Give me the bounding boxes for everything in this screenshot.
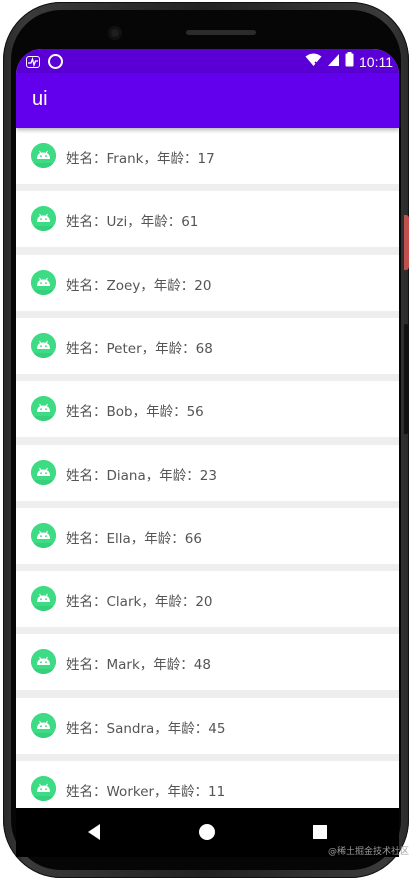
android-icon	[31, 459, 56, 485]
watermark: @稀土掘金技术社区	[327, 847, 409, 857]
list-item[interactable]: 姓名：Frank，年龄：17	[16, 128, 399, 184]
status-time: 10:11	[359, 53, 393, 70]
list-item[interactable]: 姓名：Mark，年龄：48	[16, 634, 399, 691]
earpiece-speaker	[186, 30, 256, 35]
list-item[interactable]: 姓名：Zoey，年龄：20	[16, 254, 399, 311]
signal-icon	[327, 53, 340, 71]
status-right-icons: 10:11	[305, 52, 393, 71]
android-icon	[31, 206, 56, 232]
list-item[interactable]: 姓名：Uzi，年龄：61	[16, 191, 399, 248]
screen: 10:11 ui 姓名：Frank，年龄：17 姓名：Uzi，年龄：61 姓名：Zo…	[16, 49, 399, 857]
wifi-icon	[305, 53, 322, 71]
android-icon	[31, 143, 56, 168]
list-item[interactable]: 姓名：Diana，年龄：23	[16, 444, 399, 501]
list-item-label: 姓名：Uzi，年龄：61	[66, 214, 199, 231]
device-frame: 10:11 ui 姓名：Frank，年龄：17 姓名：Uzi，年龄：61 姓名：Zo…	[0, 0, 415, 881]
list-item[interactable]: 姓名：Sandra，年龄：45	[16, 697, 399, 754]
list-item[interactable]: 姓名：Bob，年龄：56	[16, 381, 399, 438]
android-icon	[31, 396, 56, 422]
list-item-label: 姓名：Worker，年龄：11	[66, 784, 226, 800]
list-item[interactable]: 姓名：Clark，年龄：20	[16, 571, 399, 628]
app-title: ui	[32, 88, 48, 110]
list-item[interactable]: 姓名：Ella，年龄：66	[16, 507, 399, 564]
status-left-icons	[26, 54, 63, 69]
list-item-label: 姓名：Clark，年龄：20	[66, 594, 213, 611]
list-item-label: 姓名：Ella，年龄：66	[66, 530, 202, 547]
android-icon	[31, 332, 56, 358]
list-item-label: 姓名：Peter，年龄：68	[66, 340, 213, 357]
list-item-label: 姓名：Frank，年龄：17	[66, 151, 215, 167]
battery-icon	[345, 52, 354, 71]
android-icon	[31, 649, 56, 675]
list-item[interactable]: 姓名：Peter，年龄：68	[16, 317, 399, 374]
android-icon	[31, 776, 56, 801]
app-bar: ui	[16, 73, 399, 128]
front-camera	[108, 26, 122, 40]
recents-icon[interactable]	[309, 821, 331, 843]
back-icon[interactable]	[83, 821, 105, 843]
android-icon	[31, 586, 56, 612]
android-icon	[31, 712, 56, 738]
android-icon	[31, 522, 56, 548]
circle-icon	[48, 54, 63, 69]
activity-icon	[26, 55, 40, 68]
list-item-label: 姓名：Diana，年龄：23	[66, 467, 217, 484]
status-bar: 10:11	[16, 49, 399, 73]
android-icon	[31, 269, 56, 295]
power-button	[404, 215, 409, 270]
list-item-label: 姓名：Zoey，年龄：20	[66, 277, 212, 294]
list-item-label: 姓名：Mark，年龄：48	[66, 657, 211, 674]
list-item-label: 姓名：Sandra，年龄：45	[66, 720, 226, 737]
volume-button	[404, 324, 409, 434]
list-item-label: 姓名：Bob，年龄：56	[66, 404, 204, 421]
home-icon[interactable]	[196, 821, 218, 843]
